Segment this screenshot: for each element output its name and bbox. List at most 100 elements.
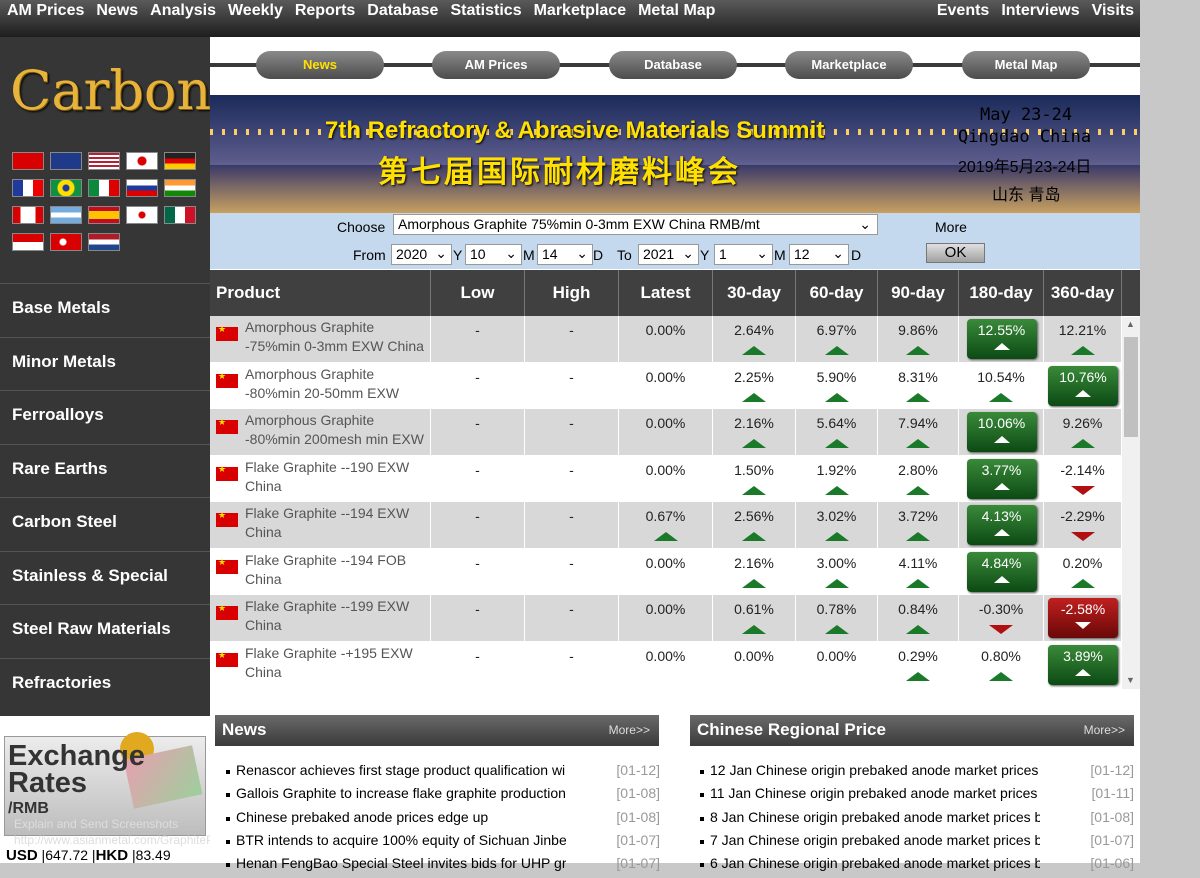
from-year-select[interactable]: 2020 ⌄: [391, 244, 452, 265]
product-cell[interactable]: Flake Graphite -+195 EXW China: [210, 641, 431, 688]
top-nav-item[interactable]: Events: [937, 2, 989, 20]
product-name[interactable]: Flake Graphite --190 EXW China: [245, 458, 430, 500]
item-title[interactable]: 7 Jan Chinese origin prebaked anode mark…: [710, 832, 1040, 848]
top-nav-item[interactable]: Marketplace: [534, 2, 627, 20]
product-cell[interactable]: Amorphous Graphite -80%min 200mesh min E…: [210, 409, 431, 455]
regional-more-link[interactable]: More>>: [1084, 723, 1125, 737]
column-header[interactable]: 30-day: [713, 270, 796, 316]
list-item[interactable]: Chinese prebaked anode prices edge up [01…: [226, 809, 666, 832]
top-nav-item[interactable]: Metal Map: [638, 2, 715, 20]
list-item[interactable]: 11 Jan Chinese origin prebaked anode mar…: [700, 785, 1140, 808]
product-cell[interactable]: Flake Graphite --194 EXW China: [210, 502, 431, 548]
list-item[interactable]: Gallois Graphite to increase flake graph…: [226, 785, 666, 808]
flag-turkey-icon[interactable]: [50, 233, 82, 251]
news-more-link[interactable]: More>>: [609, 723, 650, 737]
top-nav-item[interactable]: Database: [367, 2, 438, 20]
table-row[interactable]: Amorphous Graphite -80%min 200mesh min E…: [210, 409, 1122, 455]
more-link[interactable]: More: [935, 219, 967, 235]
flag-spain-icon[interactable]: [88, 206, 120, 224]
item-title[interactable]: Gallois Graphite to increase flake graph…: [236, 785, 566, 801]
flag-netherlands-icon[interactable]: [88, 233, 120, 251]
item-title[interactable]: 8 Jan Chinese origin prebaked anode mark…: [710, 809, 1040, 825]
flag-uk-icon[interactable]: [50, 152, 82, 170]
item-title[interactable]: 12 Jan Chinese origin prebaked anode mar…: [710, 762, 1040, 778]
table-row[interactable]: Flake Graphite --199 EXW China - - 0.00% 0.6…: [210, 595, 1122, 641]
column-header[interactable]: 90-day: [878, 270, 959, 316]
flag-korea-icon[interactable]: [126, 206, 158, 224]
sidebar-item[interactable]: Steel Raw Materials: [0, 604, 210, 656]
flag-france-icon[interactable]: [12, 179, 44, 197]
flag-canada-icon[interactable]: [12, 206, 44, 224]
top-nav-item[interactable]: Statistics: [450, 2, 521, 20]
item-title[interactable]: 6 Jan Chinese origin prebaked anode mark…: [710, 855, 1040, 871]
table-row[interactable]: Flake Graphite --194 FOB China - - 0.00% 2.1…: [210, 548, 1122, 595]
flag-argentina-icon[interactable]: [50, 206, 82, 224]
product-cell[interactable]: Flake Graphite --199 EXW China: [210, 595, 431, 641]
list-item[interactable]: 7 Jan Chinese origin prebaked anode mark…: [700, 832, 1140, 855]
list-item[interactable]: Renascor achieves first stage product qu…: [226, 762, 666, 785]
item-title[interactable]: 11 Jan Chinese origin prebaked anode mar…: [710, 785, 1040, 801]
top-nav-item[interactable]: AM Prices: [7, 2, 84, 20]
list-item[interactable]: 12 Jan Chinese origin prebaked anode mar…: [700, 762, 1140, 785]
product-select[interactable]: Amorphous Graphite 75%min 0-3mm EXW Chin…: [393, 214, 878, 235]
item-title[interactable]: Renascor achieves first stage product qu…: [236, 762, 566, 778]
column-header[interactable]: Latest: [619, 270, 713, 316]
product-cell[interactable]: Amorphous Graphite -80%min 20-50mm EXW C…: [210, 362, 431, 409]
list-item[interactable]: 8 Jan Chinese origin prebaked anode mark…: [700, 809, 1140, 832]
tab-am-prices[interactable]: AM Prices: [432, 51, 560, 79]
exchange-rates-panel[interactable]: Exchange Rates /RMB Explain and Send Scr…: [0, 716, 303, 864]
flag-italy-icon[interactable]: [88, 179, 120, 197]
scrollbar-thumb[interactable]: [1124, 337, 1138, 437]
to-day-select[interactable]: 12 ⌄: [789, 244, 849, 265]
product-name[interactable]: Amorphous Graphite -75%min 0-3mm EXW Chi…: [245, 318, 430, 360]
flag-china-icon[interactable]: [12, 152, 44, 170]
product-cell[interactable]: Flake Graphite --194 FOB China: [210, 548, 431, 595]
top-nav-item[interactable]: Analysis: [150, 2, 216, 20]
product-name[interactable]: Flake Graphite -+195 EXW China: [245, 644, 430, 686]
sidebar-item[interactable]: Base Metals: [0, 283, 210, 335]
product-name[interactable]: Amorphous Graphite -80%min 200mesh min E…: [245, 411, 430, 453]
to-year-select[interactable]: 2021 ⌄: [638, 244, 699, 265]
table-row[interactable]: Flake Graphite -+195 EXW China - - 0.00% 0.0…: [210, 641, 1122, 688]
sidebar-item[interactable]: Carbon Steel: [0, 497, 210, 549]
top-nav-item[interactable]: Interviews: [1001, 2, 1079, 20]
item-title[interactable]: Chinese prebaked anode prices edge up: [236, 809, 566, 825]
product-name[interactable]: Flake Graphite --194 EXW China: [245, 504, 430, 546]
product-name[interactable]: Flake Graphite --194 FOB China: [245, 551, 430, 593]
scroll-up-icon[interactable]: ▲: [1126, 319, 1135, 329]
item-title[interactable]: BTR intends to acquire 100% equity of Si…: [236, 832, 566, 848]
list-item[interactable]: 6 Jan Chinese origin prebaked anode mark…: [700, 855, 1140, 878]
summit-banner[interactable]: 7th Refractory & Abrasive Materials Summ…: [210, 95, 1140, 213]
flag-russia-icon[interactable]: [126, 179, 158, 197]
table-row[interactable]: Flake Graphite --194 EXW China - - 0.67% 2.5…: [210, 502, 1122, 548]
flag-usa-icon[interactable]: [88, 152, 120, 170]
flag-brazil-icon[interactable]: [50, 179, 82, 197]
product-cell[interactable]: Flake Graphite --190 EXW China: [210, 455, 431, 502]
product-cell[interactable]: Amorphous Graphite -75%min 0-3mm EXW Chi…: [210, 316, 431, 362]
tab-metal-map[interactable]: Metal Map: [962, 51, 1090, 79]
column-header[interactable]: 180-day: [959, 270, 1044, 316]
tab-marketplace[interactable]: Marketplace: [785, 51, 913, 79]
to-month-select[interactable]: 1 ⌄: [714, 244, 773, 265]
top-nav-item[interactable]: Visits: [1092, 2, 1134, 20]
flag-mexico-icon[interactable]: [164, 206, 196, 224]
tab-database[interactable]: Database: [609, 51, 737, 79]
flag-india-icon[interactable]: [164, 179, 196, 197]
table-row[interactable]: Amorphous Graphite -75%min 0-3mm EXW Chi…: [210, 316, 1122, 362]
sidebar-item[interactable]: Stainless & Special: [0, 550, 210, 603]
column-header[interactable]: 60-day: [796, 270, 878, 316]
list-item[interactable]: BTR intends to acquire 100% equity of Si…: [226, 832, 666, 855]
ok-button[interactable]: OK: [926, 243, 985, 263]
flag-japan-icon[interactable]: [126, 152, 158, 170]
sidebar-item[interactable]: Ferroalloys: [0, 390, 210, 442]
column-header[interactable]: Product: [210, 270, 431, 316]
from-day-select[interactable]: 14 ⌄: [537, 244, 593, 265]
column-header[interactable]: High: [525, 270, 619, 316]
column-header[interactable]: Low: [431, 270, 525, 316]
scroll-down-icon[interactable]: ▼: [1126, 675, 1135, 685]
table-row[interactable]: Amorphous Graphite -80%min 20-50mm EXW C…: [210, 362, 1122, 409]
top-nav-item[interactable]: Reports: [295, 2, 355, 20]
sidebar-item[interactable]: Refractories: [0, 657, 210, 710]
top-nav-item[interactable]: News: [96, 2, 138, 20]
sidebar-item[interactable]: Minor Metals: [0, 336, 210, 389]
